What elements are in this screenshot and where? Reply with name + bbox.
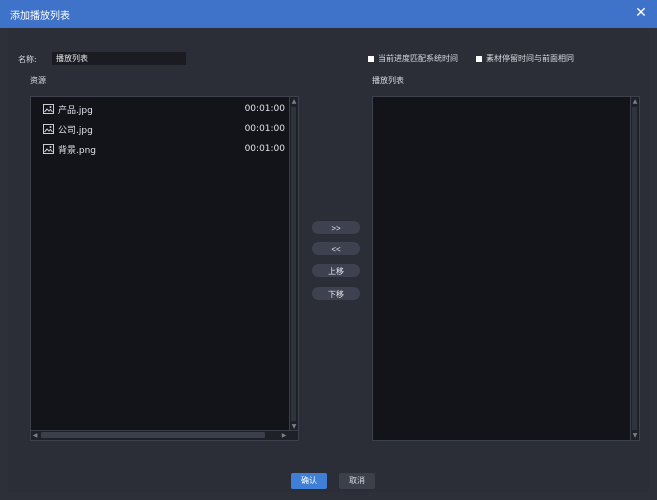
scroll-down-icon[interactable]: ▼ <box>631 431 639 440</box>
remove-from-playlist-button[interactable]: << <box>312 242 360 255</box>
list-item[interactable]: 公司.jpg 00:01:00 <box>43 122 285 136</box>
window-titlebar: 添加播放列表 ✕ <box>0 0 657 28</box>
name-input[interactable] <box>52 52 186 65</box>
move-down-button[interactable]: 下移 <box>312 287 360 300</box>
option-label: 素材停留时间与前面相同 <box>486 54 574 63</box>
item-duration: 00:01:00 <box>244 124 285 134</box>
item-name: 产品.jpg <box>58 105 93 116</box>
scroll-left-icon[interactable]: ◀ <box>31 431 39 440</box>
move-up-button[interactable]: 上移 <box>312 264 360 277</box>
scroll-thumb[interactable] <box>291 107 296 421</box>
playlist-vertical-scrollbar[interactable]: ▲ ▼ <box>630 97 639 440</box>
cancel-button[interactable]: 取消 <box>339 473 375 489</box>
source-label: 资源 <box>30 76 46 85</box>
list-item[interactable]: 背景.png 00:01:00 <box>43 142 285 156</box>
scroll-thumb[interactable] <box>632 107 637 430</box>
source-vertical-scrollbar[interactable]: ▲ ▼ <box>289 97 298 431</box>
list-item[interactable]: 产品.jpg 00:01:00 <box>43 102 285 116</box>
scroll-thumb[interactable] <box>41 432 265 438</box>
scroll-up-icon[interactable]: ▲ <box>631 97 639 106</box>
image-file-icon <box>43 144 54 154</box>
checkbox-icon[interactable] <box>476 55 482 62</box>
scroll-up-icon[interactable]: ▲ <box>290 97 298 106</box>
window-title: 添加播放列表 <box>10 11 70 22</box>
dialog-body: 名称: 当前进度匹配系统时间 素材停留时间与前面相同 资源 播放列表 产品.jp… <box>8 28 649 492</box>
playlist-list[interactable]: ▲ ▼ <box>372 96 640 441</box>
source-horizontal-scrollbar[interactable]: ◀ ▶ <box>31 430 298 440</box>
item-name: 背景.png <box>58 145 96 156</box>
item-duration: 00:01:00 <box>244 144 285 154</box>
name-label: 名称: <box>18 55 37 64</box>
scroll-right-icon[interactable]: ▶ <box>280 431 288 440</box>
image-file-icon <box>43 104 54 114</box>
image-file-icon <box>43 124 54 134</box>
option-match-system-time[interactable]: 当前进度匹配系统时间 <box>368 53 458 64</box>
source-list[interactable]: 产品.jpg 00:01:00 公司.jpg 00:01:00 背景.png 0… <box>30 96 299 441</box>
option-same-duration[interactable]: 素材停留时间与前面相同 <box>476 53 574 64</box>
close-icon[interactable]: ✕ <box>633 5 649 21</box>
item-name: 公司.jpg <box>58 125 93 136</box>
item-duration: 00:01:00 <box>244 104 285 114</box>
confirm-button[interactable]: 确认 <box>291 473 327 489</box>
option-label: 当前进度匹配系统时间 <box>378 54 458 63</box>
add-to-playlist-button[interactable]: >> <box>312 221 360 234</box>
checkbox-icon[interactable] <box>368 55 374 62</box>
playlist-label: 播放列表 <box>372 76 404 85</box>
